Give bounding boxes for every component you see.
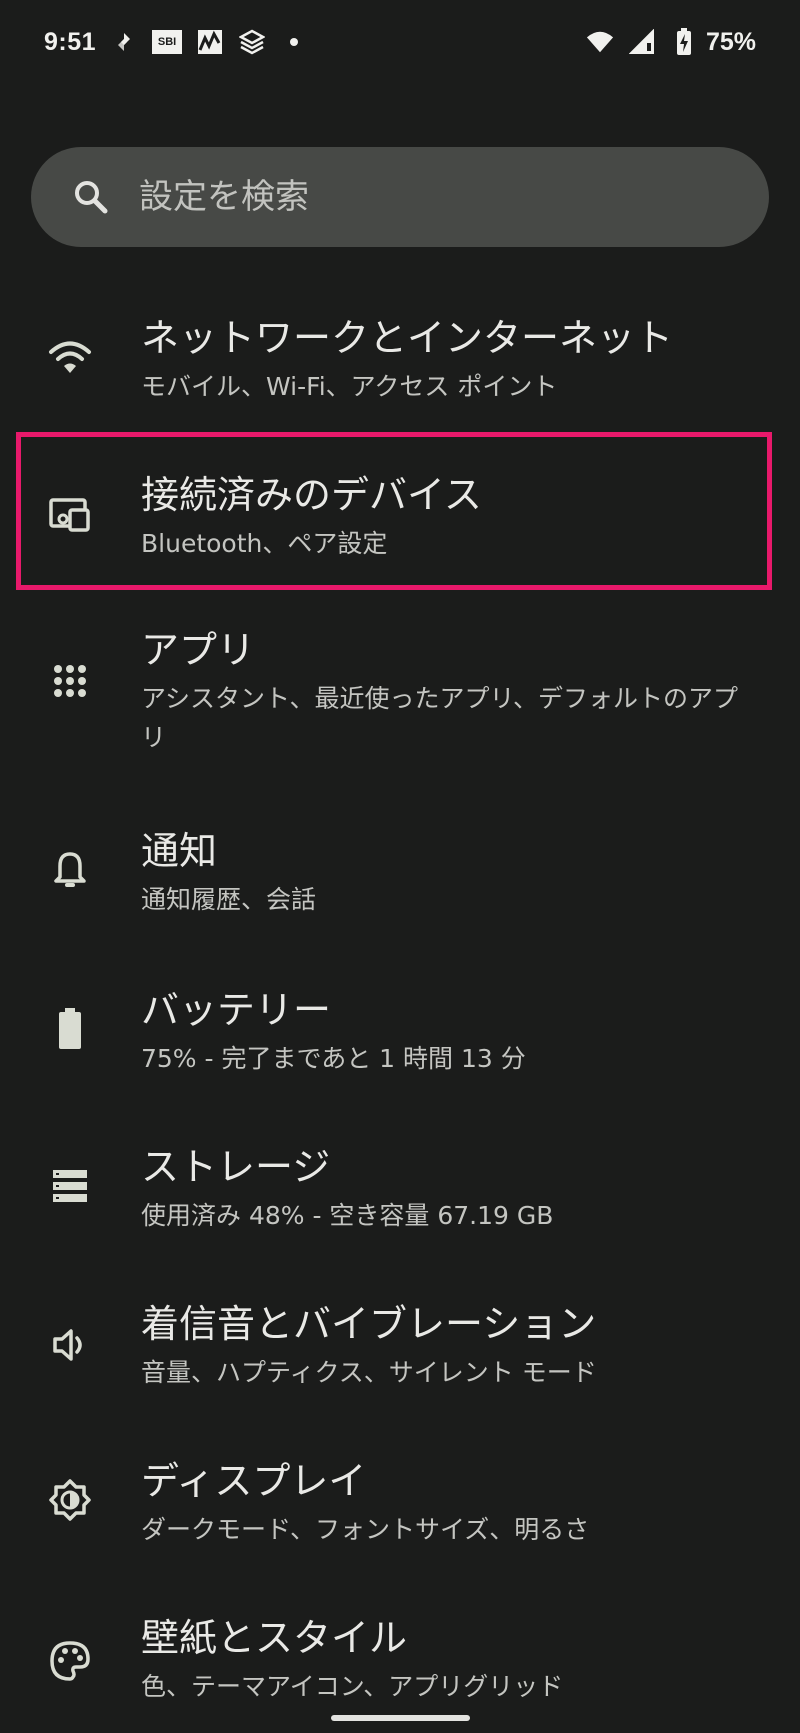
status-left: 9:51 SBI [44, 27, 299, 57]
settings-item-connected-devices[interactable]: 接続済みのデバイス Bluetooth、ペア設定 [0, 470, 800, 563]
settings-item-apps[interactable]: アプリ アシスタント、最近使ったアプリ、デフォルトのアプリ [0, 625, 800, 757]
status-time: 9:51 [44, 27, 97, 56]
wifi-icon [48, 335, 92, 379]
item-title: 壁紙とスタイル [141, 1616, 408, 1660]
settings-item-display[interactable]: ディスプレイ ダークモード、フォントサイズ、明るさ [0, 1456, 800, 1549]
settings-search-bar[interactable] [31, 147, 769, 247]
battery-percent: 75% [705, 27, 756, 56]
search-input[interactable] [139, 177, 699, 217]
battery-charging-icon [670, 28, 698, 56]
item-summary: 音量、ハプティクス、サイレント モード [141, 1358, 597, 1387]
item-summary: アシスタント、最近使ったアプリ、デフォルトのアプリ [141, 684, 739, 752]
item-title: ストレージ [141, 1145, 331, 1189]
devices-icon [48, 492, 92, 536]
sbi-app-icon: SBI [152, 30, 183, 54]
item-title: アプリ [141, 628, 256, 672]
item-summary: 通知履歴、会話 [141, 885, 317, 914]
cell-signal-icon [628, 28, 656, 56]
item-title: 通知 [141, 829, 218, 873]
item-title: ディスプレイ [141, 1459, 367, 1503]
settings-item-battery[interactable]: バッテリー 75% - 完了まであと 1 時間 13 分 [0, 985, 800, 1078]
settings-item-wallpaper[interactable]: 壁紙とスタイル 色、テーマアイコン、アプリグリッド [0, 1613, 800, 1706]
item-summary: 75% - 完了まであと 1 時間 13 分 [141, 1044, 526, 1073]
item-summary: ダークモード、フォントサイズ、明るさ [141, 1515, 590, 1544]
search-icon [71, 177, 111, 217]
item-summary: 使用済み 48% - 空き容量 67.19 GB [141, 1201, 554, 1230]
apps-grid-icon [48, 659, 92, 703]
volume-icon [48, 1323, 92, 1367]
item-summary: 色、テーマアイコン、アプリグリッド [141, 1672, 564, 1701]
status-right: 75% [586, 28, 756, 57]
sync-icon [110, 28, 138, 56]
palette-icon [48, 1639, 92, 1683]
item-title: バッテリー [141, 988, 332, 1032]
battery-icon [48, 1007, 92, 1051]
chart-app-icon [196, 28, 224, 56]
settings-item-notifications[interactable]: 通知 通知履歴、会話 [0, 826, 800, 919]
item-title: ネットワークとインターネット [141, 316, 674, 360]
item-summary: モバイル、Wi-Fi、アクセス ポイント [141, 372, 558, 401]
storage-icon [48, 1164, 92, 1208]
item-title: 着信音とバイブレーション [141, 1302, 597, 1346]
settings-item-sound[interactable]: 着信音とバイブレーション 音量、ハプティクス、サイレント モード [0, 1299, 800, 1392]
status-bar: 9:51 SBI 75% [0, 0, 800, 84]
item-title: 接続済みのデバイス [141, 473, 482, 517]
settings-item-storage[interactable]: ストレージ 使用済み 48% - 空き容量 67.19 GB [0, 1142, 800, 1235]
item-summary: Bluetooth、ペア設定 [141, 529, 388, 558]
layers-app-icon [238, 28, 266, 56]
gesture-nav-handle[interactable] [331, 1715, 470, 1721]
settings-item-network[interactable]: ネットワークとインターネット モバイル、Wi-Fi、アクセス ポイント [0, 313, 800, 406]
bell-icon [48, 848, 92, 892]
wifi-status-icon [586, 28, 614, 56]
notification-dot-icon [290, 38, 299, 46]
brightness-icon [48, 1478, 92, 1522]
